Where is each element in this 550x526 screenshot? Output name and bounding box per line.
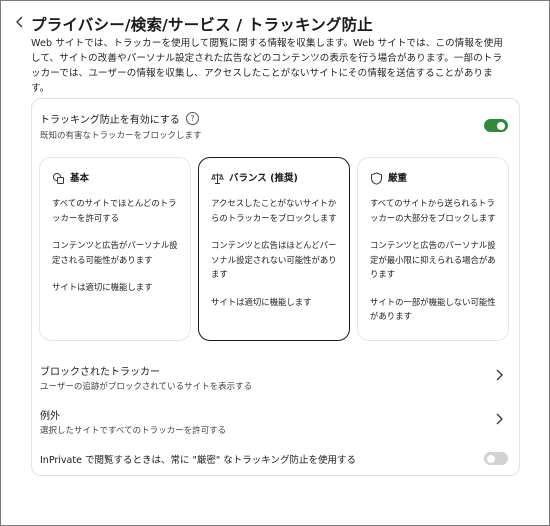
level-description: すべてのサイトから送られるトラッカーの大部分をブロックします bbox=[370, 198, 496, 223]
inprivate-strict-label: InPrivate で閲覧するときは、常に "厳密" なトラッキング防止を使用す… bbox=[40, 455, 356, 466]
page-title: プライバシー/検索/サービス / トラッキング防止 bbox=[31, 16, 374, 34]
level-title-strict: 厳重 bbox=[388, 173, 408, 184]
level-card-balanced[interactable]: バランス (推奨) アクセスしたことがないサイトからのトラッカーをブロックします… bbox=[198, 157, 350, 341]
tracking-prevention-toggle[interactable] bbox=[484, 119, 508, 132]
page-description: Web サイトでは、トラッカーを使用して閲覧に関する情報を収集します。Web サ… bbox=[31, 36, 533, 96]
exceptions-title: 例外 bbox=[40, 411, 60, 422]
description-line: す。 bbox=[31, 83, 50, 94]
enable-tracking-title: トラッキング防止を有効にする bbox=[40, 115, 180, 126]
question-circle-icon[interactable]: ? bbox=[186, 112, 199, 125]
level-description: コンテンツと広告のパーソナル設定が最小限に抑えられる場合があります bbox=[370, 240, 496, 279]
toggle-knob bbox=[487, 454, 495, 463]
level-description: コンテンツと広告がパーソナル設定される可能性があります bbox=[52, 240, 178, 265]
chevron-right-icon bbox=[493, 368, 505, 382]
exceptions-subtitle: 選択したサイトですべてのトラッカーを許可する bbox=[40, 426, 227, 436]
inprivate-strict-toggle[interactable] bbox=[484, 452, 508, 465]
enable-tracking-subtitle: 既知の有害なトラッカーをブロックします bbox=[40, 131, 202, 141]
toggle-knob bbox=[497, 121, 505, 130]
level-card-basic[interactable]: 基本 すべてのサイトでほとんどのトラッカーを許可する コンテンツと広告がパーソナ… bbox=[39, 157, 191, 341]
exceptions-row[interactable]: 例外 選択したサイトですべてのトラッカーを許可する bbox=[32, 403, 519, 437]
level-title-basic: 基本 bbox=[70, 173, 90, 184]
description-line: Web サイトでは、トラッカーを使用して閲覧に関する情報を収集します。Web サ… bbox=[31, 38, 504, 49]
shapes-icon bbox=[52, 170, 65, 184]
scale-icon bbox=[211, 170, 224, 184]
level-description: サイトの一部が機能しない可能性があります bbox=[370, 296, 496, 322]
description-line: ッカーでは、ユーザーの情報を収集し、アクセスしたことがないサイトにその情報を送信… bbox=[31, 68, 493, 79]
level-description: サイトは適切に機能します bbox=[52, 282, 153, 292]
blocked-trackers-row[interactable]: ブロックされたトラッカー ユーザーの追跡がブロックされているサイトを表示する bbox=[32, 359, 519, 393]
blocked-trackers-title: ブロックされたトラッカー bbox=[40, 367, 160, 378]
level-description: すべてのサイトでほとんどのトラッカーを許可する bbox=[52, 198, 177, 223]
description-line: して、サイトの改善やパーソナル設定された広告などのコンテンツの表示を行う場合があ… bbox=[31, 53, 503, 64]
chevron-right-icon bbox=[493, 412, 505, 426]
level-description: アクセスしたことがないサイトからのトラッカーをブロックします bbox=[211, 198, 337, 223]
tracking-prevention-card: トラッキング防止を有効にする ? 既知の有害なトラッカーをブロックします 基本 … bbox=[31, 98, 520, 476]
level-description: コンテンツと広告はほとんどパーソナル設定されない可能性があります bbox=[211, 240, 337, 279]
blocked-trackers-subtitle: ユーザーの追跡がブロックされているサイトを表示する bbox=[40, 382, 253, 392]
level-title-balanced: バランス (推奨) bbox=[229, 173, 298, 184]
level-card-strict[interactable]: 厳重 すべてのサイトから送られるトラッカーの大部分をブロックします コンテンツと… bbox=[357, 157, 509, 341]
level-description: サイトは適切に機能します bbox=[211, 296, 312, 307]
shield-icon bbox=[370, 170, 383, 185]
settings-window: プライバシー/検索/サービス / トラッキング防止 Web サイトでは、トラッカ… bbox=[0, 0, 550, 526]
chevron-left-icon[interactable] bbox=[13, 15, 27, 29]
